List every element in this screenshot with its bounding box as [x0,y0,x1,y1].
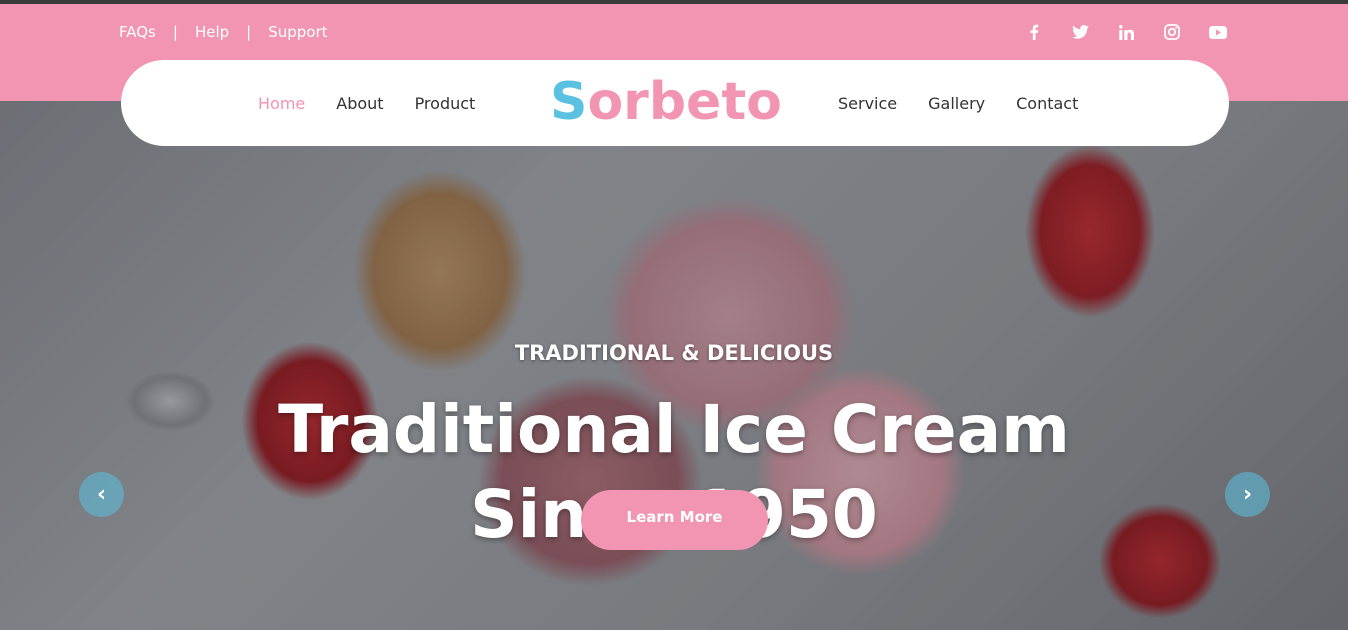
twitter-icon[interactable] [1068,22,1092,42]
help-link[interactable]: Help [195,23,229,41]
nav-gallery[interactable]: Gallery [928,94,985,113]
site-logo[interactable]: Sorbeto [550,72,782,132]
chevron-right-icon: › [1242,482,1253,507]
nav-service[interactable]: Service [838,94,897,113]
nav-right-group: Service Gallery Contact [838,60,1078,146]
chevron-left-icon: ‹ [96,482,107,507]
logo-first-letter: S [550,72,588,132]
support-link[interactable]: Support [268,23,327,41]
nav-left-group: Home About Product [258,60,475,146]
faqs-link[interactable]: FAQs [119,23,156,41]
separator: | [172,23,178,41]
nav-product[interactable]: Product [415,94,476,113]
top-links: FAQs | Help | Support [119,23,328,41]
carousel-next-button[interactable]: › [1225,472,1270,517]
hero-subtitle: TRADITIONAL & DELICIOUS [514,341,834,365]
nav-home[interactable]: Home [258,94,305,113]
nav-about[interactable]: About [336,94,383,113]
nav-contact[interactable]: Contact [1016,94,1078,113]
hero-banner-image: TRADITIONAL & DELICIOUS Traditional Ice … [0,101,1348,630]
youtube-icon[interactable] [1206,22,1230,42]
carousel-prev-button[interactable]: ‹ [79,472,124,517]
instagram-icon[interactable] [1160,22,1184,42]
main-navbar: Home About Product Sorbeto Service Galle… [121,60,1229,146]
hero-title-line1: Traditional Ice Cream [278,391,1070,468]
separator: | [246,23,252,41]
facebook-icon[interactable] [1022,22,1046,42]
linkedin-icon[interactable] [1114,22,1138,42]
learn-more-button[interactable]: Learn More [581,490,768,550]
logo-rest: orbeto [587,72,782,132]
social-links [1022,22,1230,42]
